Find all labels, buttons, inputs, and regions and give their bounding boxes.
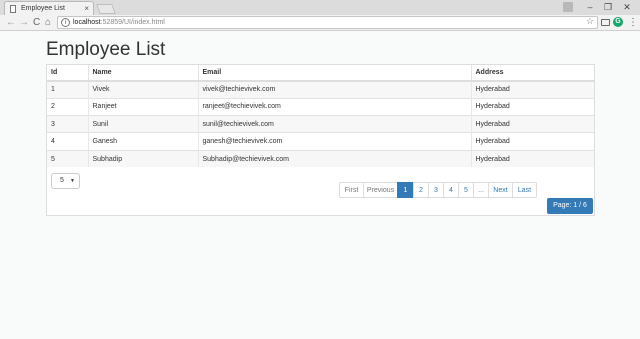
back-icon[interactable]: ←: [6, 15, 16, 31]
cast-icon[interactable]: [601, 19, 610, 26]
cell-email: ranjeet@techievivek.com: [198, 97, 472, 116]
minimize-button[interactable]: –: [582, 0, 598, 15]
pager-last[interactable]: Last: [512, 182, 537, 198]
profile-icon[interactable]: [563, 2, 573, 12]
menu-icon[interactable]: ⋮: [628, 15, 638, 30]
page-size-value: 5: [60, 177, 64, 184]
new-tab-button[interactable]: [96, 4, 116, 14]
cell-id: 1: [47, 80, 89, 99]
cell-id: 4: [47, 132, 89, 151]
browser-tabstrip: Employee List × – ❐ ✕: [0, 0, 640, 15]
column-header-address[interactable]: Address: [471, 65, 594, 82]
browser-toolbar: ← → C ⌂ i localhost:52859/UI/index.html …: [0, 15, 640, 31]
page-indicator-badge: Page: 1 / 6: [547, 198, 593, 214]
employee-table-panel: Id Name Email Address 1 Vivek vivek@tech…: [46, 64, 595, 216]
tab-title: Employee List: [21, 5, 65, 12]
browser-tab[interactable]: Employee List ×: [4, 1, 94, 15]
pager-previous[interactable]: Previous: [363, 182, 398, 198]
reload-icon[interactable]: C: [33, 15, 40, 31]
cell-email: ganesh@techievivek.com: [198, 132, 472, 151]
table-row: 3 Sunil sunil@techievivek.com Hyderabad: [47, 115, 594, 133]
pager-page-2[interactable]: 2: [413, 182, 429, 198]
chevron-down-icon: ▼: [70, 178, 75, 184]
home-icon[interactable]: ⌂: [45, 15, 51, 31]
cell-name: Vivek: [88, 80, 199, 99]
table-row: 2 Ranjeet ranjeet@techievivek.com Hydera…: [47, 97, 594, 116]
cell-email: sunil@techievivek.com: [198, 115, 472, 133]
address-bar[interactable]: i localhost:52859/UI/index.html ☆: [57, 16, 598, 29]
window-close-button[interactable]: ✕: [619, 0, 635, 15]
cell-email: vivek@techievivek.com: [198, 80, 472, 99]
cell-email: Subhadip@techievivek.com: [198, 149, 472, 168]
cell-name: Sunil: [88, 115, 199, 133]
column-header-email[interactable]: Email: [198, 65, 472, 82]
employee-table: Id Name Email Address 1 Vivek vivek@tech…: [47, 65, 594, 168]
cell-address: Hyderabad: [471, 132, 594, 151]
page-title: Employee List: [46, 39, 166, 60]
pager-page-1[interactable]: 1: [397, 182, 414, 198]
cell-name: Ranjeet: [88, 97, 199, 116]
url-text: localhost:52859/UI/index.html: [73, 19, 165, 26]
column-header-name[interactable]: Name: [88, 65, 199, 82]
cell-id: 5: [47, 149, 89, 168]
pager-page-5[interactable]: 5: [458, 182, 474, 198]
page-icon: [10, 5, 16, 13]
cell-name: Ganesh: [88, 132, 199, 151]
column-header-id[interactable]: Id: [47, 65, 89, 82]
pagination: First Previous 1 2 3 4 5 ... Next Last: [339, 182, 537, 198]
info-icon[interactable]: i: [61, 18, 70, 27]
pager-page-4[interactable]: 4: [443, 182, 459, 198]
table-header-row: Id Name Email Address: [47, 65, 594, 82]
cell-id: 3: [47, 115, 89, 133]
table-row: 4 Ganesh ganesh@techievivek.com Hyderaba…: [47, 132, 594, 151]
pager-next[interactable]: Next: [488, 182, 513, 198]
cell-address: Hyderabad: [471, 97, 594, 116]
cell-address: Hyderabad: [471, 115, 594, 133]
bookmark-star-icon[interactable]: ☆: [586, 16, 594, 27]
tab-close-icon[interactable]: ×: [84, 2, 89, 15]
extension-icon[interactable]: G: [613, 17, 623, 27]
cell-id: 2: [47, 97, 89, 116]
table-row: 1 Vivek vivek@techievivek.com Hyderabad: [47, 80, 594, 99]
cell-address: Hyderabad: [471, 149, 594, 168]
pager-first[interactable]: First: [339, 182, 364, 198]
cell-name: Subhadip: [88, 149, 199, 168]
maximize-button[interactable]: ❐: [600, 0, 616, 15]
pager-page-3[interactable]: 3: [428, 182, 444, 198]
pager-ellipsis: ...: [473, 182, 489, 198]
cell-address: Hyderabad: [471, 80, 594, 99]
table-row: 5 Subhadip Subhadip@techievivek.com Hyde…: [47, 149, 594, 168]
forward-icon[interactable]: →: [19, 15, 29, 31]
page-size-select[interactable]: 5 ▼: [51, 173, 80, 189]
